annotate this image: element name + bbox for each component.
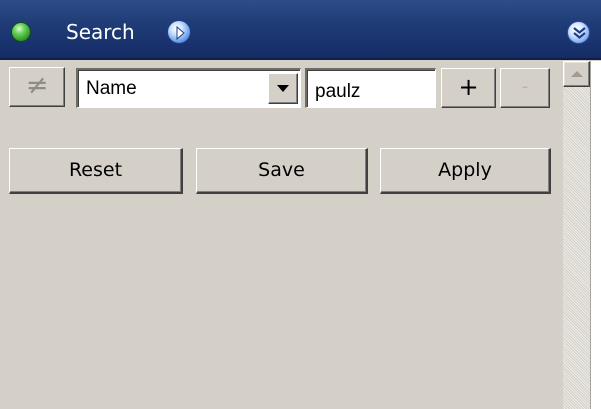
add-filter-button[interactable]: +: [441, 68, 496, 108]
search-panel: Search ≠ Name + - Reset Save Apply: [0, 0, 601, 409]
play-arrow-icon[interactable]: [167, 20, 191, 44]
reset-button[interactable]: Reset: [9, 148, 183, 194]
dropdown-arrow-button[interactable]: [268, 73, 298, 104]
remove-filter-button[interactable]: -: [500, 68, 550, 108]
dropdown-triangle-icon: [277, 85, 289, 92]
apply-button[interactable]: Apply: [380, 148, 551, 194]
search-value-input[interactable]: [305, 68, 436, 108]
vertical-scrollbar[interactable]: [563, 61, 590, 409]
field-select[interactable]: Name: [76, 68, 301, 108]
green-status-dot-icon: [11, 22, 31, 42]
search-title: Search: [66, 20, 135, 44]
field-select-value: Name: [86, 78, 137, 99]
scroll-up-button[interactable]: [563, 61, 590, 87]
not-equal-icon: ≠: [25, 70, 49, 101]
double-chevron-down-icon[interactable]: [567, 21, 590, 44]
window-edge: [590, 61, 601, 409]
save-button[interactable]: Save: [196, 148, 368, 194]
not-equal-button[interactable]: ≠: [9, 67, 65, 107]
search-title-bar: Search: [0, 0, 601, 60]
scroll-up-arrow-icon: [571, 71, 583, 77]
